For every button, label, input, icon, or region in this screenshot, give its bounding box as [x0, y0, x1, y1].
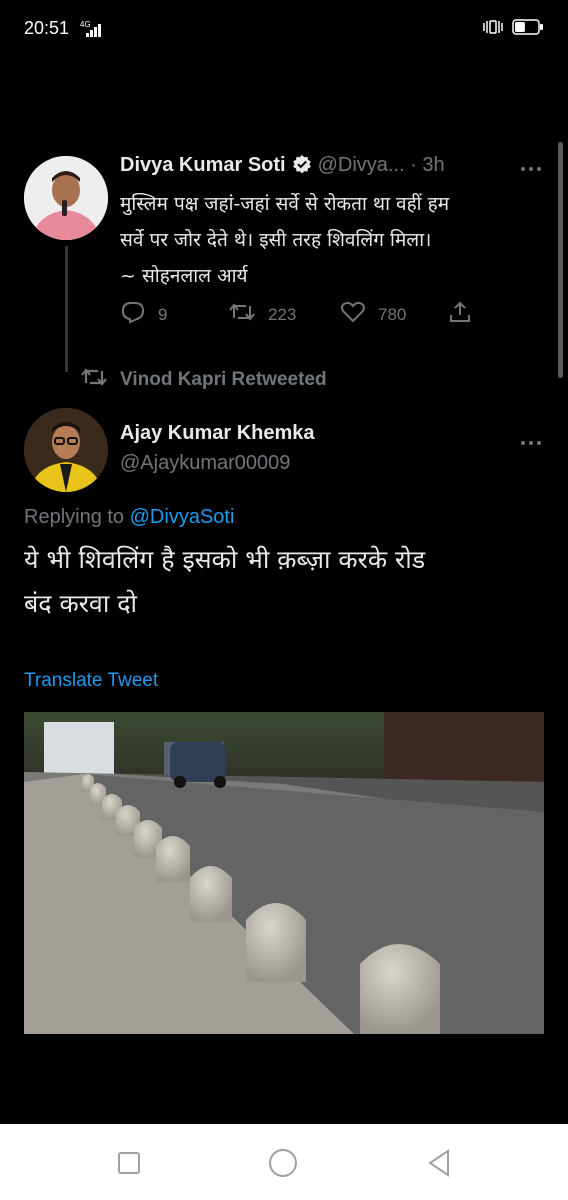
retweet-banner-label: Vinod Kapri Retweeted — [120, 369, 327, 390]
translate-tweet-link[interactable]: Translate Tweet — [24, 670, 158, 692]
retweet-banner[interactable]: Vinod Kapri Retweeted — [80, 366, 327, 394]
mention-link[interactable]: @DivyaSoti — [130, 506, 235, 528]
square-icon[interactable] — [114, 1148, 144, 1178]
avatar[interactable] — [24, 408, 108, 492]
thread-line — [65, 246, 68, 372]
tweet-text: ये भी शिवलिंग है इसको भी क़ब्ज़ा करके रो… — [24, 538, 554, 626]
signal-icon — [86, 22, 104, 41]
timeline[interactable]: Divya Kumar Soti @Divya... · 3h मुस्लिम प… — [0, 134, 568, 1124]
tweet-photo[interactable] — [24, 712, 544, 1034]
avatar[interactable] — [24, 156, 108, 240]
reply-icon — [120, 300, 146, 329]
circle-icon[interactable] — [268, 1148, 298, 1178]
tweet-header: Divya Kumar Soti @Divya... · 3h — [120, 154, 550, 184]
heart-icon — [340, 300, 366, 329]
tweet-text: मुस्लिम पक्ष जहां-जहां सर्वे से रोकता था… — [120, 186, 540, 294]
status-time: 20:51 — [24, 18, 70, 38]
status-icons — [482, 19, 544, 39]
like-count: 780 — [378, 304, 407, 324]
more-dots-icon[interactable] — [520, 428, 542, 452]
share-icon — [448, 300, 472, 329]
author-name[interactable]: Ajay Kumar Khemka — [120, 422, 315, 445]
vibrate-icon — [482, 19, 504, 39]
tweet-text-line: बंद करवा दो — [24, 589, 137, 618]
tweet-text-line: ~ सोहनलाल आर्य — [120, 265, 248, 287]
tweet-text-line: सर्वे पर जोर देते थे। इसी तरह शिवलिंग मि… — [120, 229, 432, 251]
tweet-text-line: ये भी शिवलिंग है इसको भी क़ब्ज़ा करके रो… — [24, 545, 426, 574]
system-nav-bar — [0, 1124, 568, 1200]
scrollbar[interactable] — [558, 142, 563, 378]
triangle-back-icon[interactable] — [424, 1148, 454, 1178]
tweet-text-line: मुस्लिम पक्ष जहां-जहां सर्वे से रोकता था… — [120, 193, 450, 215]
reply-button[interactable]: 9 — [120, 300, 167, 329]
retweet-count: 223 — [268, 304, 297, 324]
battery-icon — [512, 19, 544, 39]
retweet-button[interactable]: 223 — [228, 300, 296, 329]
share-button[interactable] — [448, 300, 472, 329]
replying-to: Replying to @DivyaSoti — [24, 506, 234, 529]
tweet-actions: 9 223 780 — [120, 300, 500, 330]
more-dots-icon[interactable] — [520, 154, 542, 178]
author-name[interactable]: Divya Kumar Soti — [120, 154, 286, 176]
like-button[interactable]: 780 — [340, 300, 406, 329]
reply-count: 9 — [158, 304, 168, 324]
author-handle-time: @Divya... · 3h — [317, 154, 445, 176]
retweet-icon — [80, 366, 108, 394]
verified-badge-icon — [292, 154, 312, 178]
retweet-icon — [228, 300, 256, 329]
status-bar: 20:51 4G — [0, 0, 568, 60]
replying-to-label: Replying to — [24, 506, 130, 528]
author-handle: @Ajaykumar00009 — [120, 452, 291, 474]
